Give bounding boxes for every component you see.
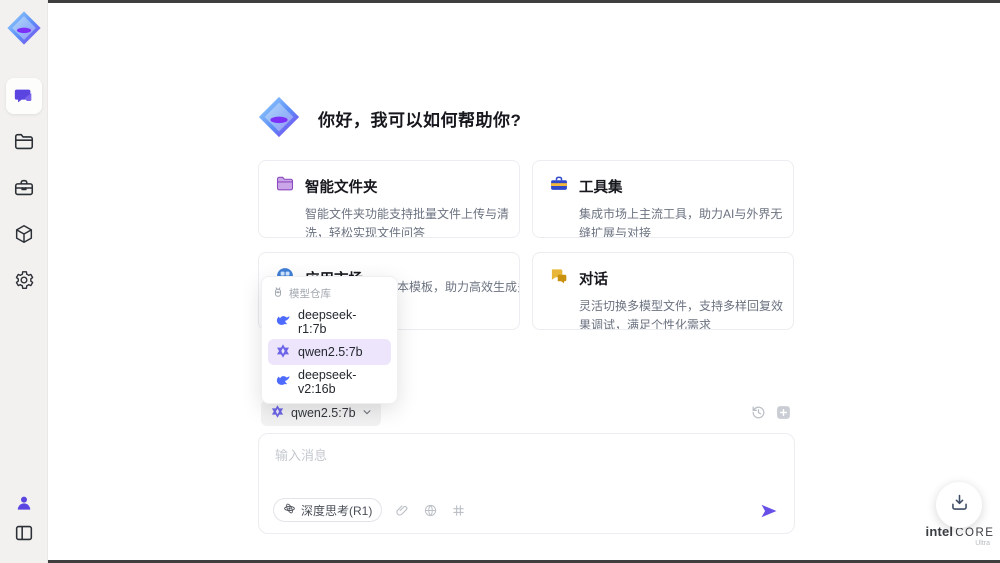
app-logo-icon (5, 9, 43, 47)
sidebar-item-chat[interactable] (6, 78, 42, 114)
cube-icon (13, 223, 35, 245)
sidebar-item-models[interactable] (6, 216, 42, 252)
model-group-label: 模型仓库 (289, 288, 331, 300)
greeting-logo-icon (256, 94, 302, 140)
intel-brand-text: intel (925, 524, 954, 539)
model-option-qwen[interactable]: qwen2.5:7b (268, 339, 391, 365)
deep-think-toggle[interactable]: 深度思考(R1) (273, 498, 383, 522)
app-window: 你好，我可以如何帮助你? 智能文件夹 智能文件夹功能支持批量文件上传与清洗，轻松… (0, 0, 1000, 563)
chat-icon (13, 85, 35, 107)
model-option-deepseek-r1[interactable]: deepseek-r1:7b (268, 308, 391, 336)
card-title: 工具集 (579, 180, 623, 196)
model-option-deepseek-v2[interactable]: deepseek-v2:16b (268, 368, 391, 396)
qwen-icon (275, 343, 291, 362)
intel-sub-text: Ultra (975, 540, 990, 547)
toolset-icon (549, 174, 569, 199)
hash-grid-icon[interactable] (451, 503, 466, 518)
sidebar-item-panel-toggle[interactable] (6, 515, 42, 551)
card-toolset[interactable]: 工具集 集成市场上主流工具，助力AI与外界无缝扩展与对接 (532, 160, 794, 238)
window-top-border (48, 0, 1000, 3)
deepseek-icon (275, 373, 291, 392)
ollama-icon (272, 286, 284, 301)
card-dialog[interactable]: 对话 灵活切换多模型文件，支持多样回复效果调试，满足个性化需求 (532, 252, 794, 330)
globe-icon[interactable] (423, 503, 438, 518)
gear-icon (13, 269, 35, 291)
model-option-label: deepseek-v2:16b (298, 368, 357, 396)
sidebar (0, 0, 48, 563)
card-title: 智能文件夹 (305, 180, 378, 196)
deep-think-label: 深度思考(R1) (301, 503, 373, 518)
greeting-title: 你好，我可以如何帮助你? (318, 111, 522, 130)
sidebar-item-settings[interactable] (6, 262, 42, 298)
card-smart-folder[interactable]: 智能文件夹 智能文件夹功能支持批量文件上传与清洗，轻松实现文件问答 (258, 160, 520, 238)
model-dropdown-group: 模型仓库 (268, 284, 391, 305)
qwen-icon (270, 404, 285, 422)
send-icon[interactable] (759, 501, 779, 521)
message-input[interactable] (275, 445, 775, 487)
atom-icon (283, 502, 296, 518)
model-option-label: deepseek-r1:7b (298, 308, 357, 336)
intel-product-text: core (955, 527, 995, 539)
download-fab-button[interactable] (936, 482, 982, 528)
paperclip-icon[interactable] (395, 503, 410, 518)
card-description: 智能文件夹功能支持批量文件上传与清洗，轻松实现文件问答 (305, 207, 510, 238)
history-icon[interactable] (750, 404, 767, 426)
panel-layout-icon (13, 522, 35, 544)
folder-icon (13, 131, 35, 153)
toolbox-icon (13, 177, 35, 199)
sidebar-item-tools[interactable] (6, 170, 42, 206)
dialog-icon (549, 266, 569, 291)
user-icon (14, 493, 34, 513)
download-icon (949, 492, 970, 518)
deepseek-icon (275, 313, 291, 332)
card-title: 对话 (579, 272, 608, 288)
smart-folder-icon (275, 174, 295, 199)
selected-model-label: qwen2.5:7b (291, 406, 356, 420)
chevron-down-icon (362, 406, 372, 420)
new-window-icon[interactable] (775, 404, 792, 426)
card-description: 灵活切换多模型文件，支持多样回复效果调试，满足个性化需求 (579, 299, 784, 330)
card-description: 集成市场上主流工具，助力AI与外界无缝扩展与对接 (579, 207, 783, 238)
card-description-visible-fragment: 本模板，助力高效生成多 (397, 280, 520, 294)
model-option-label: qwen2.5:7b (298, 345, 363, 359)
sidebar-item-folders[interactable] (6, 124, 42, 160)
model-dropdown: 模型仓库 deepseek-r1:7b qwen2.5:7b deepseek-… (261, 276, 398, 404)
message-composer: 深度思考(R1) (258, 433, 795, 534)
